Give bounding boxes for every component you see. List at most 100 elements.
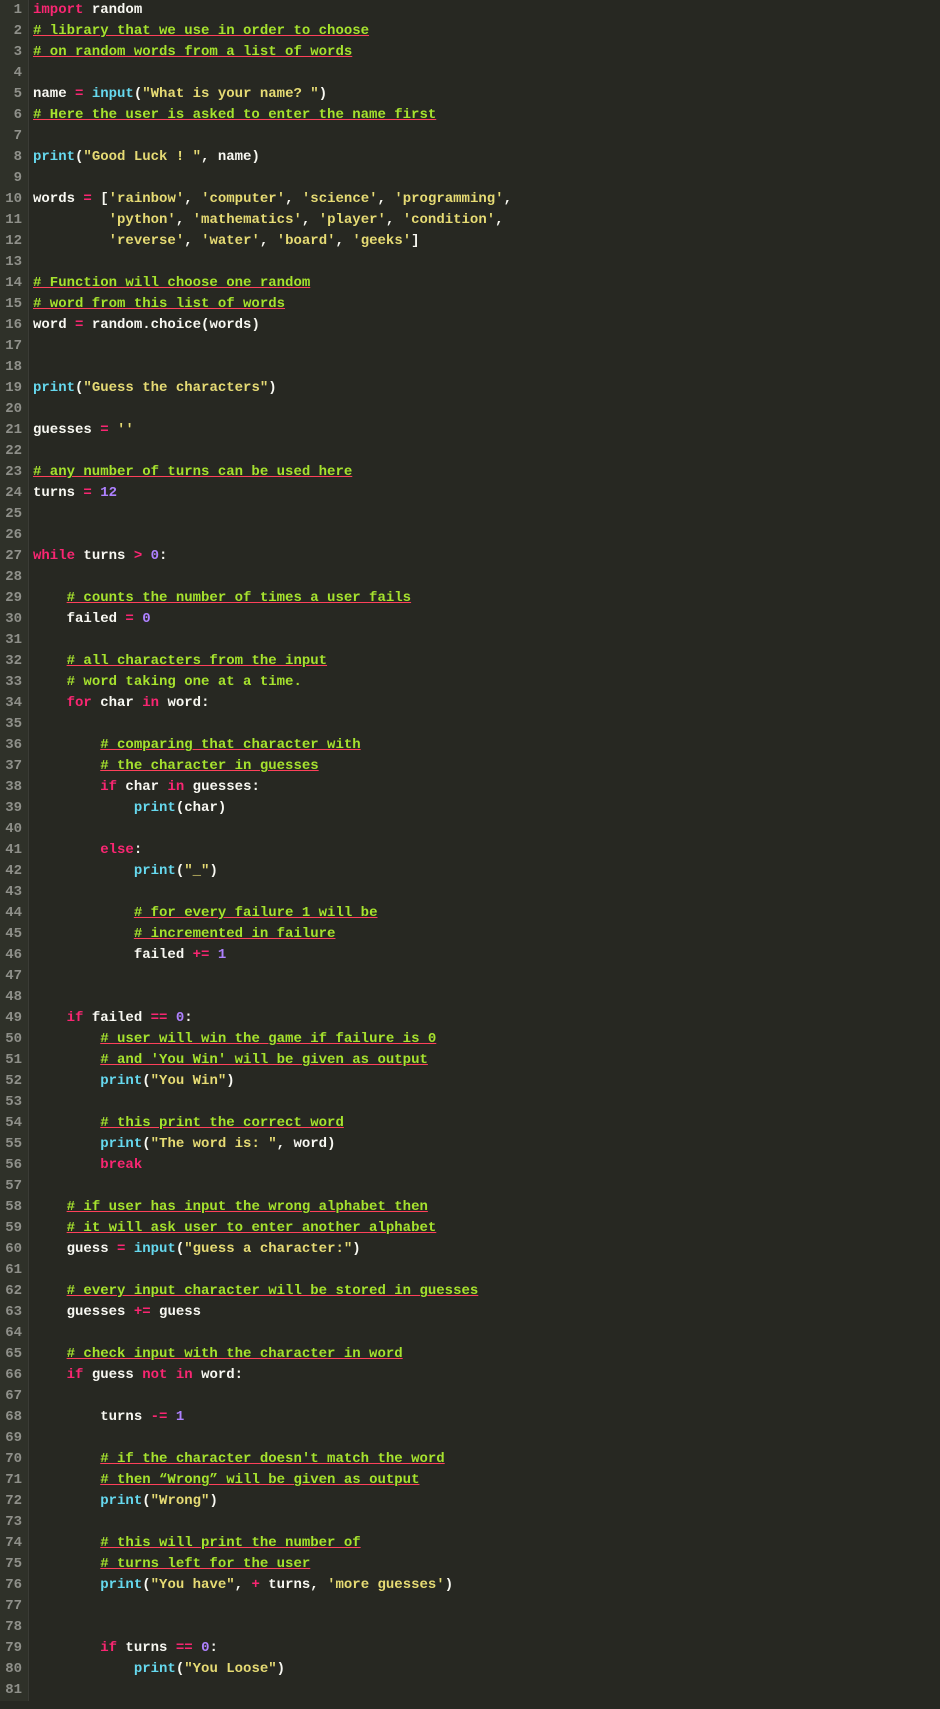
line-number: 30 [0, 609, 22, 630]
code-line[interactable]: # all characters from the input [33, 651, 512, 672]
code-line[interactable]: print("Wrong") [33, 1491, 512, 1512]
code-line[interactable]: # comparing that character with [33, 735, 512, 756]
token-id [33, 1367, 67, 1383]
token-fn: print [33, 380, 75, 396]
code-line[interactable]: # if the character doesn't match the wor… [33, 1449, 512, 1470]
code-line[interactable]: print("You Win") [33, 1071, 512, 1092]
code-line[interactable]: guess = input("guess a character:") [33, 1239, 512, 1260]
code-line[interactable]: # word taking one at a time. [33, 672, 512, 693]
line-number: 28 [0, 567, 22, 588]
code-line[interactable]: # it will ask user to enter another alph… [33, 1218, 512, 1239]
code-line[interactable] [33, 336, 512, 357]
code-line[interactable]: print(char) [33, 798, 512, 819]
code-line[interactable]: for char in word: [33, 693, 512, 714]
code-line[interactable] [33, 1260, 512, 1281]
code-line[interactable]: guesses += guess [33, 1302, 512, 1323]
code-line[interactable]: # word from this list of words [33, 294, 512, 315]
code-line[interactable]: # turns left for the user [33, 1554, 512, 1575]
code-line[interactable]: # incremented in failure [33, 924, 512, 945]
code-line[interactable] [33, 525, 512, 546]
code-line[interactable]: # any number of turns can be used here [33, 462, 512, 483]
code-line[interactable] [33, 567, 512, 588]
code-line[interactable]: name = input("What is your name? ") [33, 84, 512, 105]
code-line[interactable] [33, 441, 512, 462]
code-line[interactable] [33, 126, 512, 147]
code-line[interactable] [33, 168, 512, 189]
code-line[interactable]: if char in guesses: [33, 777, 512, 798]
code-line[interactable] [33, 882, 512, 903]
code-line[interactable] [33, 966, 512, 987]
code-line[interactable] [33, 63, 512, 84]
code-line[interactable]: # counts the number of times a user fail… [33, 588, 512, 609]
code-line[interactable] [33, 504, 512, 525]
code-line[interactable] [33, 399, 512, 420]
code-line[interactable]: # Here the user is asked to enter the na… [33, 105, 512, 126]
code-line[interactable] [33, 1092, 512, 1113]
code-line[interactable]: print("Good Luck ! ", name) [33, 147, 512, 168]
code-line[interactable]: turns -= 1 [33, 1407, 512, 1428]
code-line[interactable] [33, 714, 512, 735]
code-line[interactable]: print("Guess the characters") [33, 378, 512, 399]
code-line[interactable]: # the character in guesses [33, 756, 512, 777]
code-line[interactable]: if failed == 0: [33, 1008, 512, 1029]
code-line[interactable] [33, 252, 512, 273]
code-line[interactable]: else: [33, 840, 512, 861]
token-str: 'mathematics' [193, 212, 302, 228]
code-line[interactable]: words = ['rainbow', 'computer', 'science… [33, 189, 512, 210]
token-str: 'reverse' [109, 233, 185, 249]
code-line[interactable]: 'reverse', 'water', 'board', 'geeks'] [33, 231, 512, 252]
code-line[interactable] [33, 1386, 512, 1407]
token-id: ( [142, 1136, 150, 1152]
code-line[interactable]: if turns == 0: [33, 1638, 512, 1659]
code-line[interactable]: # on random words from a list of words [33, 42, 512, 63]
code-line[interactable] [33, 1617, 512, 1638]
token-id: : [209, 1640, 217, 1656]
token-str: 'programming' [394, 191, 503, 207]
code-line[interactable]: guesses = '' [33, 420, 512, 441]
code-line[interactable]: while turns > 0: [33, 546, 512, 567]
code-line[interactable]: import random [33, 0, 512, 21]
line-number: 35 [0, 714, 22, 735]
code-line[interactable]: print("You Loose") [33, 1659, 512, 1680]
code-line[interactable]: # then “Wrong” will be given as output [33, 1470, 512, 1491]
code-area[interactable]: import random# library that we use in or… [29, 0, 512, 1701]
token-num: 0 [151, 548, 159, 564]
code-line[interactable]: failed += 1 [33, 945, 512, 966]
code-line[interactable]: print("_") [33, 861, 512, 882]
code-line[interactable]: break [33, 1155, 512, 1176]
token-id [92, 485, 100, 501]
code-line[interactable] [33, 1512, 512, 1533]
code-line[interactable]: 'python', 'mathematics', 'player', 'cond… [33, 210, 512, 231]
code-line[interactable]: # if user has input the wrong alphabet t… [33, 1197, 512, 1218]
code-line[interactable]: failed = 0 [33, 609, 512, 630]
line-number: 8 [0, 147, 22, 168]
token-id [193, 1640, 201, 1656]
code-line[interactable]: # check input with the character in word [33, 1344, 512, 1365]
code-line[interactable] [33, 819, 512, 840]
code-line[interactable] [33, 987, 512, 1008]
code-line[interactable]: # and 'You Win' will be given as output [33, 1050, 512, 1071]
token-id: ) [268, 380, 276, 396]
code-line[interactable] [33, 1176, 512, 1197]
token-str: 'player' [319, 212, 386, 228]
code-line[interactable]: # library that we use in order to choose [33, 21, 512, 42]
code-line[interactable] [33, 1596, 512, 1617]
token-id: word: [159, 695, 209, 711]
code-line[interactable]: print("You have", + turns, 'more guesses… [33, 1575, 512, 1596]
code-line[interactable]: # Function will choose one random [33, 273, 512, 294]
code-line[interactable]: word = random.choice(words) [33, 315, 512, 336]
code-line[interactable] [33, 1323, 512, 1344]
code-line[interactable]: # for every failure 1 will be [33, 903, 512, 924]
code-line[interactable]: # every input character will be stored i… [33, 1281, 512, 1302]
code-line[interactable] [33, 1680, 512, 1701]
code-line[interactable] [33, 1428, 512, 1449]
code-line[interactable]: # this print the correct word [33, 1113, 512, 1134]
code-line[interactable] [33, 630, 512, 651]
code-line[interactable]: turns = 12 [33, 483, 512, 504]
code-line[interactable]: print("The word is: ", word) [33, 1134, 512, 1155]
code-line[interactable]: if guess not in word: [33, 1365, 512, 1386]
code-line[interactable] [33, 357, 512, 378]
code-line[interactable]: # this will print the number of [33, 1533, 512, 1554]
code-line[interactable]: # user will win the game if failure is 0 [33, 1029, 512, 1050]
token-id: ( [176, 863, 184, 879]
